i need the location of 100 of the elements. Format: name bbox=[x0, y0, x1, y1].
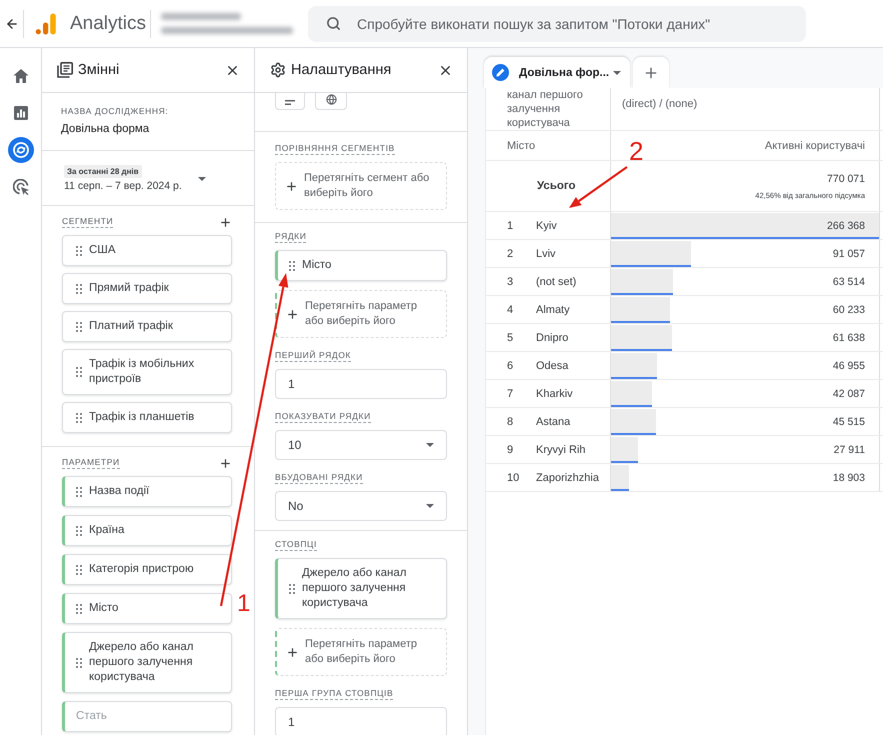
visualization-button[interactable] bbox=[315, 93, 347, 110]
section-label: СЕГМЕНТИ bbox=[62, 216, 114, 228]
stacked-pages-icon bbox=[57, 62, 73, 78]
panel-title: Налаштування bbox=[291, 62, 392, 78]
plus-icon[interactable] bbox=[219, 216, 232, 228]
drag-handle-icon bbox=[76, 486, 82, 496]
column-header: канал першого залучення користувача bbox=[507, 88, 584, 130]
drag-handle-icon bbox=[76, 604, 82, 614]
table-cell: 60 233 bbox=[832, 304, 865, 316]
table-cell: 46 955 bbox=[832, 360, 865, 372]
table-cell: Lviv bbox=[536, 248, 556, 260]
caret-icon bbox=[426, 504, 434, 508]
segment-chip[interactable]: Платний трафік bbox=[62, 311, 232, 342]
section-label: ПОКАЗУВАТИ РЯДКИ bbox=[275, 411, 371, 423]
search-field[interactable]: Спробуйте виконати пошук за запитом "Потоки даних" bbox=[308, 6, 806, 42]
globe-icon bbox=[326, 94, 336, 105]
column-header: Активні користувачі bbox=[764, 138, 865, 152]
date-preset-label: За останні 28 днів bbox=[64, 165, 142, 178]
segment-chip[interactable]: Трафік із планшетів bbox=[62, 402, 232, 433]
section-label: ПАРАМЕТРИ bbox=[62, 457, 120, 469]
show-rows-select[interactable]: 10 bbox=[275, 430, 447, 460]
lines-icon bbox=[285, 100, 295, 105]
circular-arrows-icon[interactable] bbox=[8, 137, 34, 163]
total-value: 770 071 bbox=[827, 172, 865, 184]
table-cell: Dnipro bbox=[536, 332, 568, 344]
search-icon bbox=[326, 16, 341, 30]
row-number: 7 bbox=[507, 388, 514, 400]
column-header: Місто bbox=[507, 138, 536, 152]
plus-icon bbox=[643, 64, 659, 80]
table-cell: 91 057 bbox=[832, 248, 865, 260]
dimension-chip[interactable]: Країна bbox=[62, 515, 232, 546]
section-label: ПЕРШИЙ РЯДОК bbox=[275, 350, 351, 362]
drag-handle-icon bbox=[76, 284, 82, 294]
table-cell: 18 903 bbox=[832, 472, 865, 484]
table-cell: 266 368 bbox=[827, 220, 865, 232]
total-label: Усього bbox=[537, 180, 576, 192]
dimension-chip[interactable]: Місто bbox=[62, 593, 232, 624]
field-label: НАЗВА ДОСЛІДЖЕННЯ: bbox=[61, 106, 168, 118]
row-number: 9 bbox=[507, 444, 514, 456]
section-label: ПЕРША ГРУПА СТОВПЦІВ bbox=[275, 688, 394, 700]
caret-icon[interactable] bbox=[613, 70, 621, 74]
drag-handle-icon bbox=[76, 367, 82, 377]
section-label: СТОВПЦІ bbox=[275, 539, 317, 551]
dimension-drop-zone[interactable]: Перетягніть параметр або виберіть його bbox=[275, 290, 447, 338]
segment-chip[interactable]: Трафік із мобільних пристроїв bbox=[62, 349, 232, 395]
section-label: ПОРІВНЯННЯ СЕГМЕНТІВ bbox=[275, 143, 395, 155]
dimension-chip[interactable]: Джерело або канал першого залучення користувача bbox=[62, 632, 232, 693]
product-name: Analytics bbox=[70, 12, 146, 34]
table-cell: Odesa bbox=[536, 360, 568, 372]
drag-handle-icon bbox=[76, 246, 82, 256]
home-icon[interactable] bbox=[12, 68, 28, 84]
nested-rows-select[interactable]: No bbox=[275, 491, 447, 521]
dimension-chip[interactable]: Назва події bbox=[62, 476, 232, 507]
drag-handle-icon bbox=[76, 564, 82, 574]
table-cell: 42 087 bbox=[832, 388, 865, 400]
table-cell: Kyiv bbox=[536, 220, 557, 232]
plus-icon[interactable] bbox=[219, 456, 232, 470]
panel-title: Змінні bbox=[78, 62, 120, 78]
dimension-chip[interactable]: Категорія пристрою bbox=[62, 554, 232, 585]
drag-handle-icon bbox=[76, 412, 82, 422]
section-label: РЯДКИ bbox=[275, 231, 306, 243]
date-range-text: 11 серп. – 7 вер. 2024 р. bbox=[64, 180, 182, 193]
table-cell: Kharkiv bbox=[536, 388, 573, 400]
plus-icon bbox=[285, 180, 298, 192]
visualization-button[interactable] bbox=[275, 93, 305, 110]
bar-chart-icon[interactable] bbox=[12, 105, 28, 121]
caret-icon bbox=[426, 443, 434, 447]
drag-handle-icon bbox=[289, 584, 295, 594]
caret-icon[interactable] bbox=[198, 177, 206, 181]
table-cell: 45 515 bbox=[832, 416, 865, 428]
segment-drop-zone[interactable]: Перетягніть сегмент або виберіть його bbox=[275, 162, 447, 210]
drag-handle-icon bbox=[76, 658, 82, 668]
row-number: 10 bbox=[507, 472, 520, 484]
row-number: 4 bbox=[507, 304, 514, 316]
row-number: 2 bbox=[507, 248, 514, 260]
row-number: 5 bbox=[507, 332, 514, 344]
dimension-chip[interactable]: Джерело або канал першого залучення користувача bbox=[275, 558, 447, 619]
segment-chip[interactable]: США bbox=[62, 235, 232, 266]
table-cell: (not set) bbox=[536, 276, 576, 288]
table-cell: Almaty bbox=[536, 304, 570, 316]
dimension-drop-zone[interactable]: Перетягніть параметр або виберіть його bbox=[275, 628, 447, 676]
row-number: 6 bbox=[507, 360, 514, 372]
row-number: 8 bbox=[507, 416, 514, 428]
segment-chip[interactable]: Прямий трафік bbox=[62, 273, 232, 304]
target-cursor-icon[interactable] bbox=[12, 179, 28, 195]
dimension-chip[interactable]: Місто bbox=[275, 250, 447, 281]
drag-handle-icon bbox=[76, 322, 82, 332]
table-cell: 63 514 bbox=[832, 276, 865, 288]
bars-logo bbox=[35, 12, 57, 34]
exploration-name: Довільна форма bbox=[61, 122, 150, 136]
report-tab[interactable]: Довільна фор... bbox=[484, 57, 630, 88]
plus-icon bbox=[286, 308, 299, 320]
column-header: (direct) / (none) bbox=[622, 97, 698, 111]
first-column-group-field[interactable]: 1 bbox=[275, 707, 447, 735]
annotation-number: 1 bbox=[237, 592, 250, 616]
gear-icon bbox=[270, 62, 286, 78]
table-cell: 27 911 bbox=[834, 444, 865, 456]
first-row-field[interactable]: 1 bbox=[275, 369, 447, 399]
table-cell: Astana bbox=[536, 416, 570, 428]
pencil-icon bbox=[492, 64, 509, 81]
